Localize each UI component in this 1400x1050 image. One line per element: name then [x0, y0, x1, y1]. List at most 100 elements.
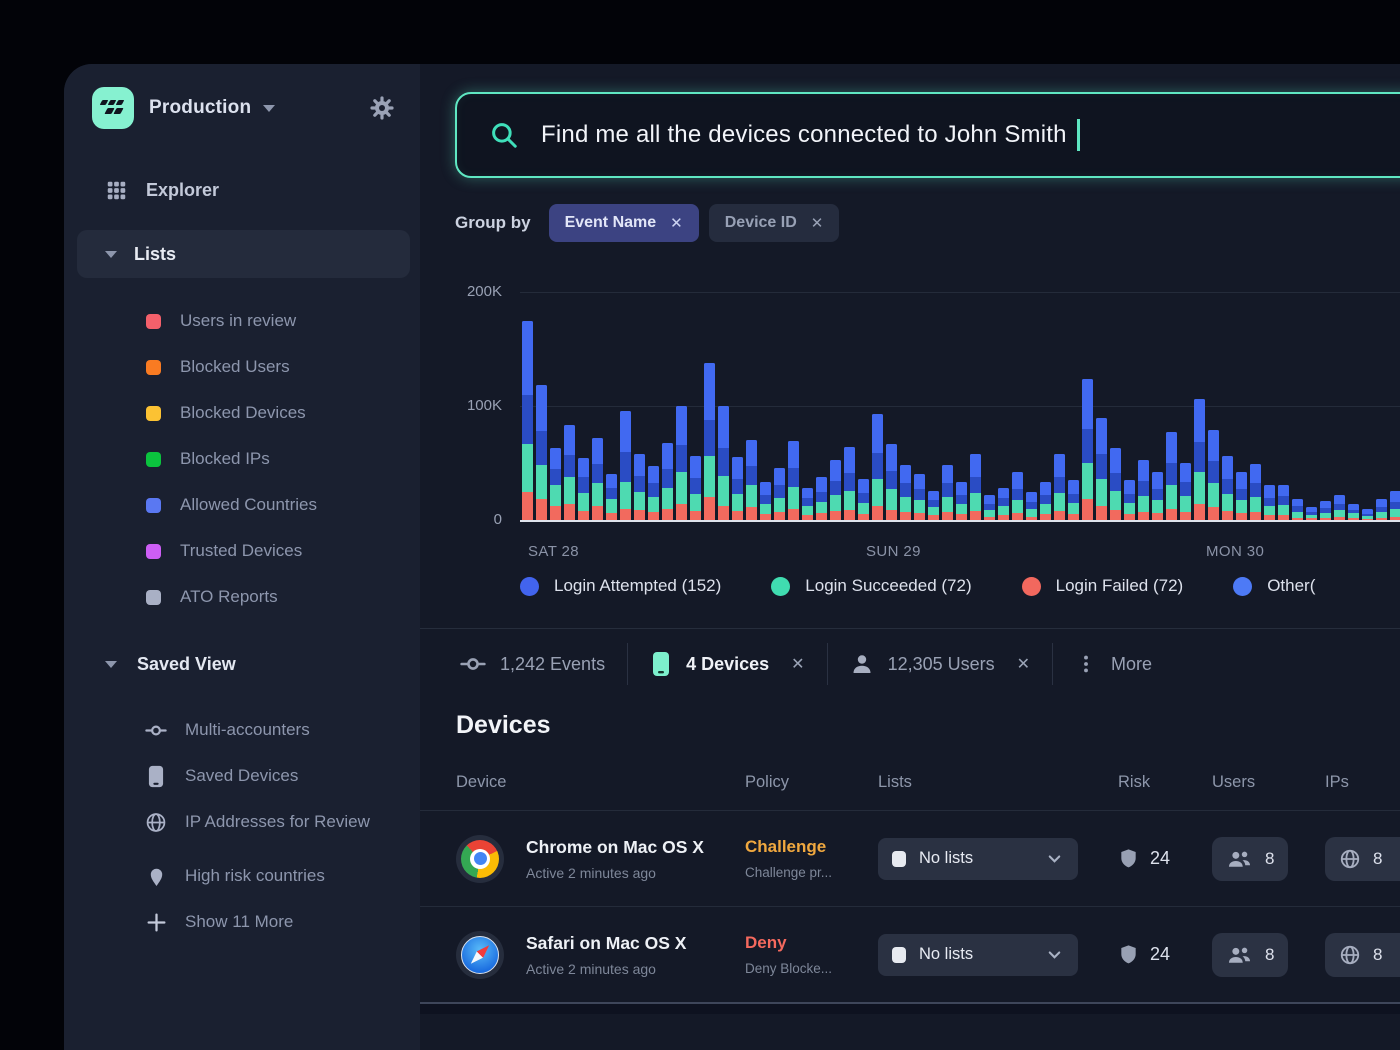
sidebar-list-item[interactable]: Blocked Users	[64, 344, 420, 390]
stacked-bar[interactable]	[746, 440, 757, 520]
close-icon[interactable]: ✕	[791, 654, 804, 674]
legend-item[interactable]: Login Attempted (152)	[520, 576, 721, 596]
legend-item[interactable]: Login Succeeded (72)	[771, 576, 971, 596]
sidebar-list-item[interactable]: Users in review	[64, 298, 420, 344]
legend-item[interactable]: Login Failed (72)	[1022, 576, 1184, 596]
stacked-bar[interactable]	[1278, 485, 1289, 520]
legend-item[interactable]: Other(	[1233, 576, 1315, 596]
events-stat[interactable]: 1,242 Events	[460, 651, 627, 677]
stacked-bar[interactable]	[1236, 472, 1247, 520]
stacked-bar[interactable]	[718, 406, 729, 520]
stacked-bar[interactable]	[690, 456, 701, 520]
stacked-bar[interactable]	[704, 363, 715, 520]
stacked-bar[interactable]	[900, 465, 911, 520]
stacked-bar[interactable]	[620, 411, 631, 520]
stacked-bar[interactable]	[1292, 499, 1303, 520]
gear-icon[interactable]	[370, 96, 394, 120]
stacked-bar[interactable]	[760, 482, 771, 520]
stacked-bar[interactable]	[1082, 379, 1093, 520]
group-by-chip[interactable]: Event Name✕	[549, 204, 699, 242]
stacked-bar[interactable]	[774, 468, 785, 520]
sidebar-list-item[interactable]: Blocked IPs	[64, 436, 420, 482]
lists-dropdown[interactable]: No lists	[878, 934, 1078, 976]
stacked-bar[interactable]	[914, 474, 925, 520]
saved-view-item[interactable]: IP Addresses for Review	[64, 799, 420, 845]
sidebar-item-explorer[interactable]: Explorer	[64, 168, 420, 212]
stacked-bar[interactable]	[1250, 464, 1261, 520]
stacked-bar[interactable]	[1180, 463, 1191, 520]
lists-dropdown[interactable]: No lists	[878, 838, 1078, 880]
stacked-bar[interactable]	[536, 385, 547, 520]
saved-view-item[interactable]: Show 11 More	[64, 899, 420, 945]
stacked-bar[interactable]	[1054, 454, 1065, 520]
sidebar-item-lists[interactable]: Lists	[77, 230, 410, 278]
stacked-bar[interactable]	[788, 441, 799, 520]
stacked-bar[interactable]	[1026, 492, 1037, 520]
stacked-bar[interactable]	[928, 491, 939, 520]
stacked-bar[interactable]	[830, 460, 841, 520]
stacked-bar[interactable]	[1334, 495, 1345, 520]
stacked-bar[interactable]	[634, 454, 645, 520]
sidebar-item-saved-view[interactable]: Saved View	[64, 641, 420, 687]
users-pill[interactable]: 8	[1212, 837, 1288, 881]
stacked-bar[interactable]	[578, 458, 589, 520]
close-icon[interactable]: ✕	[1017, 654, 1030, 674]
stacked-bar[interactable]	[886, 444, 897, 520]
workspace-switcher[interactable]: Production	[64, 86, 420, 130]
stacked-bar[interactable]	[1068, 480, 1079, 520]
close-icon[interactable]: ✕	[811, 214, 824, 232]
stacked-bar[interactable]	[550, 448, 561, 520]
stacked-bar[interactable]	[1222, 456, 1233, 520]
stacked-bar[interactable]	[1390, 491, 1400, 520]
stacked-bar[interactable]	[1264, 485, 1275, 520]
stacked-bar[interactable]	[1194, 399, 1205, 520]
stacked-bar[interactable]	[816, 477, 827, 520]
saved-view-item[interactable]: Multi-accounters	[64, 707, 420, 753]
stacked-bar[interactable]	[606, 474, 617, 520]
users-stat[interactable]: 12,305 Users ✕	[828, 652, 1052, 676]
sidebar-list-item[interactable]: Allowed Countries	[64, 482, 420, 528]
ips-pill[interactable]: 8	[1325, 933, 1400, 977]
stacked-bar[interactable]	[1138, 460, 1149, 520]
stacked-bar[interactable]	[648, 466, 659, 520]
search-input[interactable]: Find me all the devices connected to Joh…	[541, 121, 1067, 149]
table-row[interactable]: Safari on Mac OS XActive 2 minutes agoDe…	[420, 907, 1400, 1002]
stacked-bar[interactable]	[872, 414, 883, 520]
group-by-chip[interactable]: Device ID✕	[709, 204, 840, 242]
stacked-bar[interactable]	[676, 406, 687, 520]
stacked-bar[interactable]	[802, 488, 813, 520]
stacked-bar[interactable]	[1124, 480, 1135, 520]
stacked-bar[interactable]	[984, 495, 995, 520]
sidebar-list-item[interactable]: Trusted Devices	[64, 528, 420, 574]
stacked-bar[interactable]	[522, 321, 533, 520]
ips-pill[interactable]: 8	[1325, 837, 1400, 881]
stacked-bar[interactable]	[998, 488, 1009, 520]
stacked-bar[interactable]	[1166, 432, 1177, 520]
stacked-bar[interactable]	[858, 479, 869, 520]
table-row[interactable]: Chrome on Mac OS XActive 2 minutes agoCh…	[420, 811, 1400, 906]
saved-view-item[interactable]: Saved Devices	[64, 753, 420, 799]
stacked-bar[interactable]	[1306, 507, 1317, 520]
stacked-bar[interactable]	[956, 482, 967, 520]
stacked-bar[interactable]	[1362, 509, 1373, 520]
stacked-bars[interactable]	[522, 292, 1400, 520]
more-stat[interactable]: More	[1053, 652, 1174, 676]
devices-stat[interactable]: 4 Devices ✕	[628, 651, 826, 677]
stacked-bar[interactable]	[1320, 501, 1331, 520]
stacked-bar[interactable]	[732, 457, 743, 520]
sidebar-list-item[interactable]: ATO Reports	[64, 574, 420, 620]
stacked-bar[interactable]	[942, 465, 953, 520]
stacked-bar[interactable]	[1096, 418, 1107, 520]
close-icon[interactable]: ✕	[670, 214, 683, 232]
stacked-bar[interactable]	[1012, 472, 1023, 520]
stacked-bar[interactable]	[1208, 430, 1219, 520]
stacked-bar[interactable]	[662, 443, 673, 520]
stacked-bar[interactable]	[970, 454, 981, 520]
sidebar-list-item[interactable]: Blocked Devices	[64, 390, 420, 436]
stacked-bar[interactable]	[1110, 448, 1121, 520]
stacked-bar[interactable]	[1040, 482, 1051, 520]
stacked-bar[interactable]	[564, 425, 575, 520]
saved-view-item[interactable]: High risk countries	[64, 853, 420, 899]
stacked-bar[interactable]	[1152, 472, 1163, 520]
users-pill[interactable]: 8	[1212, 933, 1288, 977]
